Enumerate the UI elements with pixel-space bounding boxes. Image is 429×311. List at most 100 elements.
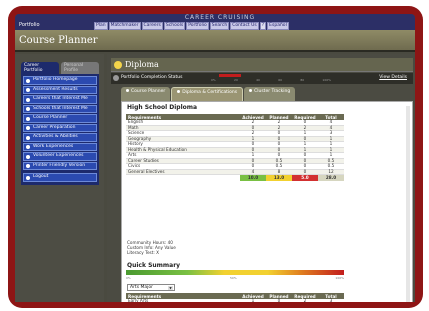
scrollbar[interactable] <box>406 106 410 302</box>
bullet-icon <box>26 97 30 102</box>
bullet-icon <box>26 175 30 180</box>
diploma-stats: Community Hours: 40 Custom Info: Any Val… <box>127 240 176 255</box>
help-icon[interactable]: ? <box>259 22 267 30</box>
tick-label: 0% <box>126 276 131 280</box>
tick-label: 50% <box>230 276 237 280</box>
value-cell: 2 <box>292 298 318 302</box>
bullet-icon <box>26 154 30 159</box>
total-cell: 28.0 <box>318 174 344 181</box>
sidebar-item-course-planner[interactable]: Course Planner <box>23 114 97 123</box>
main-content: Diploma Portfolio Completion Status 0% 2… <box>107 54 413 302</box>
bullet-icon <box>26 88 30 92</box>
tab-diploma-certifications[interactable]: Diploma & Certifications <box>171 87 244 101</box>
completion-ticks: 0% 20 40 60 80 100% <box>211 78 331 82</box>
sidebar-item-label: Schools that Interest Me <box>33 105 88 111</box>
tab-personal-profile[interactable]: Personal Profile <box>61 62 99 74</box>
bullet-icon <box>26 78 30 83</box>
nav-links: Plan Matchmaker Careers Schools Portfoli… <box>94 22 289 30</box>
arrow-icon <box>113 75 119 81</box>
sidebar-item-volunteer[interactable]: Volunteer Experiences <box>23 152 97 161</box>
tick-label: 100% <box>335 276 344 280</box>
view-details-link[interactable]: View Details <box>379 75 407 80</box>
value-cell: 3 <box>318 298 344 302</box>
nav-link-espanol[interactable]: Español <box>267 22 289 30</box>
quick-summary-title: Quick Summary <box>127 262 181 269</box>
major-select[interactable]: Arts Major ▼ <box>127 284 175 291</box>
total-cell: 5.0 <box>292 174 318 181</box>
tick-label: 60 <box>278 78 283 82</box>
major-select-value: Arts Major <box>130 285 153 290</box>
sidebar: Career Portfolio Personal Profile Portfo… <box>15 54 104 302</box>
completion-status-label: Portfolio Completion Status <box>121 75 183 80</box>
completion-status-bar: Portfolio Completion Status 0% 20 40 60 … <box>111 73 413 84</box>
nav-link-contact[interactable]: Contact Us <box>230 22 259 30</box>
sidebar-item-label: Volunteer Experiences <box>33 153 84 158</box>
nav-link-schools[interactable]: Schools <box>163 22 186 30</box>
nav-link-careers[interactable]: Careers <box>141 22 163 30</box>
value-cell: 0 <box>266 298 292 302</box>
tab-career-portfolio[interactable]: Career Portfolio <box>21 62 59 74</box>
bullet-icon <box>26 116 30 121</box>
total-cell <box>126 175 240 181</box>
total-cell: 10.0 <box>240 174 266 181</box>
bullet-icon <box>126 89 129 92</box>
sidebar-item-label: Portfolio Homepage <box>33 77 78 82</box>
tick-label: 0% <box>211 78 216 82</box>
sidebar-item-printer-friendly[interactable]: Printer Friendly Version <box>23 161 97 170</box>
app-window: CAREER CRUISING Portfolio Plan Matchmake… <box>15 14 415 302</box>
nav-link-search[interactable]: Search <box>209 22 230 30</box>
table-row: Early Arts 1 0 2 3 <box>126 298 344 302</box>
quick-summary-ticks: 0% 50% 100% <box>126 276 344 281</box>
tick-label: 40 <box>256 78 260 82</box>
sidebar-item-activities[interactable]: Activities & Abilities <box>23 133 97 142</box>
brand-title: CAREER CRUISING <box>184 14 256 21</box>
sidebar-item-label: Assessment Results <box>33 86 78 92</box>
arrow-icon <box>114 61 122 69</box>
tab-label: Course Planner <box>131 89 166 94</box>
tab-cluster-tracking[interactable]: Cluster Tracking <box>244 87 296 101</box>
completion-progress: 0% 20 40 60 80 100% <box>211 74 331 83</box>
screenshot-frame: CAREER CRUISING Portfolio Plan Matchmake… <box>0 0 429 311</box>
bullet-icon <box>177 90 181 93</box>
page-header: Course Planner <box>15 30 415 52</box>
sidebar-item-work-experiences[interactable]: Work Experiences <box>23 142 97 151</box>
total-cell: 13.0 <box>266 174 292 181</box>
major-table: Requirements Achieved Planned Required T… <box>126 293 344 302</box>
top-nav-bar: CAREER CRUISING Portfolio Plan Matchmake… <box>15 14 415 30</box>
logout-button[interactable]: Logout <box>23 173 97 182</box>
portfolio-link[interactable]: Portfolio <box>19 22 40 28</box>
sidebar-item-label: Course Planner <box>33 115 68 120</box>
sidebar-item-assessment-results[interactable]: Assessment Results <box>23 85 97 94</box>
bullet-icon <box>26 164 30 168</box>
page-title: Course Planner <box>19 35 98 46</box>
value-cell: 1 <box>240 298 266 302</box>
bullet-icon <box>26 135 30 140</box>
sidebar-item-label: Printer Friendly Version <box>33 162 86 168</box>
diploma-title: Diploma <box>125 60 159 69</box>
tab-course-planner[interactable]: Course Planner <box>121 87 171 101</box>
sidebar-item-label: Career Preparation <box>33 124 76 130</box>
quick-summary-gradient-bar <box>126 270 344 275</box>
sidebar-item-career-preparation[interactable]: Career Preparation <box>23 123 97 132</box>
sidebar-item-schools[interactable]: Schools that Interest Me <box>23 104 97 113</box>
sidebar-menu: Portfolio Homepage Assessment Results Ca… <box>21 74 99 185</box>
totals-row: 10.0 13.0 5.0 28.0 <box>126 174 344 181</box>
tick-label: 20 <box>234 78 238 82</box>
diploma-panel: High School Diploma Requirements Achieve… <box>121 101 413 302</box>
bullet-icon <box>26 145 30 149</box>
nav-link-portfolio[interactable]: Portfolio <box>186 22 209 30</box>
sidebar-item-portfolio-homepage[interactable]: Portfolio Homepage <box>23 76 97 85</box>
sidebar-item-careers[interactable]: Careers that Interest Me <box>23 95 97 104</box>
diploma-tabs: Course Planner Diploma & Certifications … <box>121 87 296 101</box>
tick-label: 80 <box>300 78 305 82</box>
completion-progress-fill <box>219 74 242 77</box>
bullet-icon <box>26 126 30 130</box>
nav-link-plan[interactable]: Plan <box>94 22 108 30</box>
diploma-header: Diploma <box>111 58 413 72</box>
nav-link-matchmaker[interactable]: Matchmaker <box>108 22 141 30</box>
bullet-icon <box>249 89 253 92</box>
requirement-cell: Early Arts <box>126 298 240 302</box>
chevron-down-icon[interactable]: ▼ <box>168 286 173 290</box>
tab-label: Diploma & Certifications <box>182 90 238 95</box>
logout-label: Logout <box>33 174 49 179</box>
